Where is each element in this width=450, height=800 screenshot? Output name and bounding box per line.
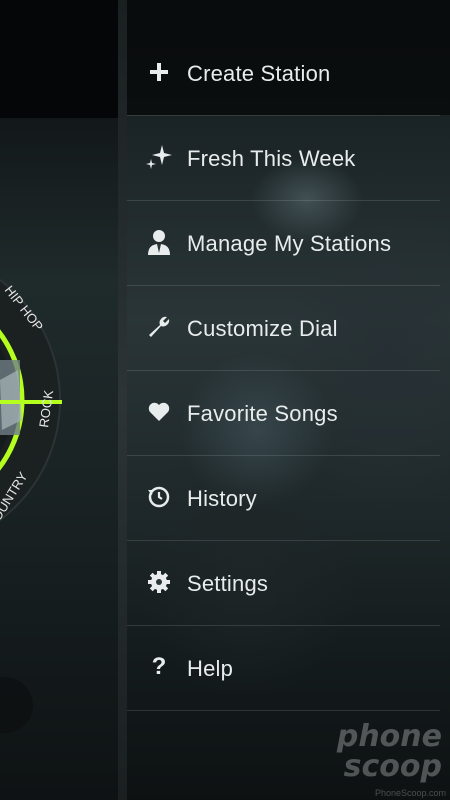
menu-item-favorite-songs[interactable]: Favorite Songs: [127, 371, 440, 456]
watermark-line-2: scoop: [343, 749, 442, 784]
menu-item-label: Help: [187, 656, 234, 681]
menu-item-label: Customize Dial: [187, 316, 338, 341]
menu-item-label: Create Station: [187, 61, 331, 86]
menu-item-label: Favorite Songs: [187, 401, 338, 426]
menu-item-label: Settings: [187, 571, 269, 596]
menu-item-create-station[interactable]: Create Station: [127, 31, 440, 116]
menu-item-settings[interactable]: Settings: [127, 541, 440, 626]
side-menu: Create Station Fresh This Week Manage My…: [127, 0, 450, 800]
menu-item-manage-my-stations[interactable]: Manage My Stations: [127, 201, 440, 286]
menu-item-help[interactable]: ? Help: [127, 626, 440, 711]
pane-divider: [118, 0, 127, 800]
dial-control-button: [0, 677, 33, 733]
heart-icon: [144, 397, 174, 427]
menu-item-history[interactable]: History: [127, 456, 440, 541]
menu-item-label: Fresh This Week: [187, 146, 356, 171]
menu-item-label: History: [187, 486, 257, 511]
history-icon: [144, 482, 174, 512]
wrench-icon: [144, 312, 174, 342]
watermark-subtext: PhoneScoop.com: [374, 788, 446, 798]
menu-item-label: Manage My Stations: [187, 231, 392, 256]
watermark-logo: phone scoop: [292, 722, 442, 782]
menu-item-customize-dial[interactable]: Customize Dial: [127, 286, 440, 371]
sparkle-icon: [144, 142, 174, 172]
dial-pane: HIP HOP ROCK COUNTRY: [0, 0, 118, 800]
watermark-line-1: phone: [336, 719, 442, 754]
question-icon: ?: [151, 653, 167, 680]
gear-icon: [144, 567, 174, 597]
person-icon: [144, 227, 174, 257]
plus-icon: [144, 57, 174, 87]
menu-item-fresh-this-week[interactable]: Fresh This Week: [127, 116, 440, 201]
station-dial[interactable]: HIP HOP ROCK COUNTRY: [0, 0, 118, 800]
